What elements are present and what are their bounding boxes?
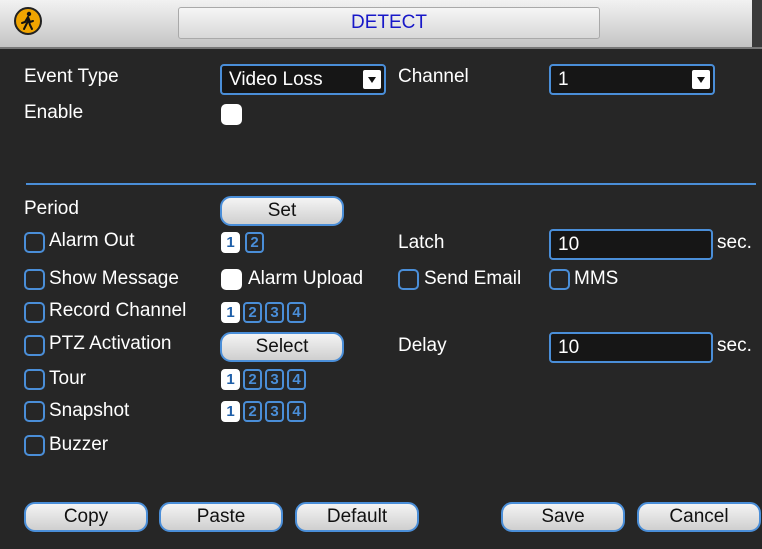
chevron-down-icon[interactable]: [692, 70, 710, 89]
snapshot-channel-4-toggle[interactable]: 4: [287, 401, 306, 422]
show-message-label: Show Message: [49, 268, 179, 289]
detect-window: DETECT Event Type Video Loss Channel 1 E…: [0, 0, 762, 549]
snapshot-checkbox[interactable]: [24, 401, 45, 422]
snapshot-channel-3-toggle[interactable]: 3: [265, 401, 284, 422]
snapshot-channel-selector: 1 2 3 4: [221, 401, 331, 422]
record-channel-checkbox[interactable]: [24, 302, 45, 323]
event-type-dropdown[interactable]: Video Loss: [220, 64, 386, 95]
tour-channel-4-toggle[interactable]: 4: [287, 369, 306, 390]
delay-unit: sec.: [717, 335, 752, 356]
period-label: Period: [24, 198, 79, 219]
copy-button[interactable]: Copy: [24, 502, 148, 532]
ptz-activation-label: PTZ Activation: [49, 333, 172, 354]
alarm-out-1-toggle[interactable]: 1: [221, 232, 240, 253]
tour-checkbox[interactable]: [24, 369, 45, 390]
ptz-activation-checkbox[interactable]: [24, 335, 45, 356]
window-title: DETECT: [178, 7, 600, 39]
save-button[interactable]: Save: [501, 502, 625, 532]
ptz-select-button[interactable]: Select: [220, 332, 344, 362]
alarm-upload-label: Alarm Upload: [248, 268, 364, 289]
event-type-value: Video Loss: [229, 69, 323, 90]
window-edge: [752, 0, 762, 47]
cancel-button[interactable]: Cancel: [637, 502, 761, 532]
record-channel-3-toggle[interactable]: 3: [265, 302, 284, 323]
mms-label: MMS: [574, 268, 619, 289]
enable-checkbox[interactable]: [221, 104, 242, 125]
tour-channel-1-toggle[interactable]: 1: [221, 369, 240, 390]
pedestrian-detect-icon: [14, 7, 42, 35]
snapshot-channel-1-toggle[interactable]: 1: [221, 401, 240, 422]
record-channel-4-toggle[interactable]: 4: [287, 302, 306, 323]
show-message-checkbox[interactable]: [24, 269, 45, 290]
tour-channel-2-toggle[interactable]: 2: [243, 369, 262, 390]
chevron-down-icon[interactable]: [363, 70, 381, 89]
latch-input[interactable]: 10: [549, 229, 713, 260]
tour-channel-selector: 1 2 3 4: [221, 369, 331, 390]
send-email-checkbox[interactable]: [398, 269, 419, 290]
snapshot-label: Snapshot: [49, 400, 130, 421]
send-email-label: Send Email: [424, 268, 522, 289]
period-set-button[interactable]: Set: [220, 196, 344, 226]
title-bar: DETECT: [0, 0, 762, 49]
delay-input[interactable]: 10: [549, 332, 713, 363]
latch-label: Latch: [398, 232, 445, 253]
delay-label: Delay: [398, 335, 447, 356]
latch-unit: sec.: [717, 232, 752, 253]
mms-checkbox[interactable]: [549, 269, 570, 290]
record-channel-selector: 1 2 3 4: [221, 302, 331, 323]
channel-label: Channel: [398, 66, 469, 87]
buzzer-checkbox[interactable]: [24, 435, 45, 456]
alarm-upload-checkbox[interactable]: [221, 269, 242, 290]
tour-channel-3-toggle[interactable]: 3: [265, 369, 284, 390]
section-divider: [26, 183, 756, 185]
record-channel-2-toggle[interactable]: 2: [243, 302, 262, 323]
channel-value: 1: [558, 69, 569, 90]
alarm-out-outputs: 1 2: [221, 232, 267, 253]
alarm-out-checkbox[interactable]: [24, 232, 45, 253]
default-button[interactable]: Default: [295, 502, 419, 532]
alarm-out-label: Alarm Out: [49, 230, 135, 251]
alarm-out-2-toggle[interactable]: 2: [245, 232, 264, 253]
channel-dropdown[interactable]: 1: [549, 64, 715, 95]
record-channel-1-toggle[interactable]: 1: [221, 302, 240, 323]
enable-label: Enable: [24, 102, 84, 123]
paste-button[interactable]: Paste: [159, 502, 283, 532]
buzzer-label: Buzzer: [49, 434, 109, 455]
tour-label: Tour: [49, 368, 86, 389]
snapshot-channel-2-toggle[interactable]: 2: [243, 401, 262, 422]
event-type-label: Event Type: [24, 66, 119, 87]
record-channel-label: Record Channel: [49, 300, 187, 321]
